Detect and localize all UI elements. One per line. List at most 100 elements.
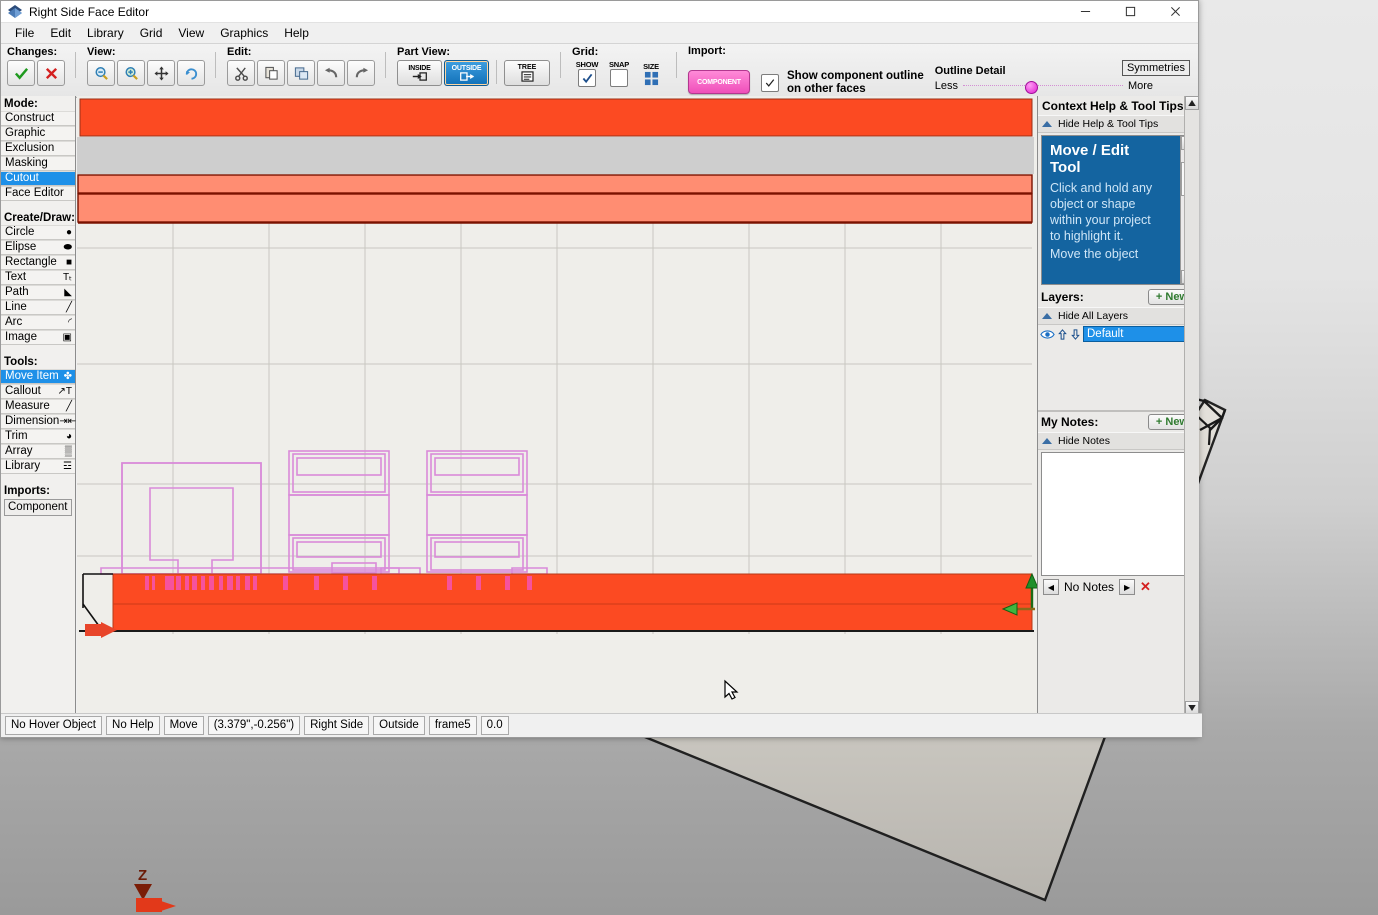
eye-icon[interactable] xyxy=(1040,329,1055,340)
top-orange-bar xyxy=(79,98,1033,137)
dimension-icon: ⇥⇤ xyxy=(59,415,77,427)
draw-item-rectangle[interactable]: Rectangle ■ xyxy=(1,255,75,270)
zoom-in-icon[interactable] xyxy=(117,60,145,86)
tool-item-move-item[interactable]: Move Item ✤ xyxy=(1,369,75,384)
menu-grid[interactable]: Grid xyxy=(132,24,171,42)
notes-delete-icon[interactable]: ✕ xyxy=(1140,579,1151,595)
tool-item-dimension[interactable]: Dimension ⇥⇤ xyxy=(1,414,77,429)
tool-label-callout: Callout xyxy=(5,385,41,397)
hide-notes-label: Hide Notes xyxy=(1058,435,1110,447)
grid-snap-checkbox[interactable] xyxy=(610,69,628,87)
zoom-out-icon[interactable] xyxy=(87,60,115,86)
partview-tree-button[interactable]: TREE xyxy=(504,60,550,86)
tool-label-array: Array xyxy=(5,445,33,457)
mode-item-graphic[interactable]: Graphic xyxy=(1,126,75,141)
maximize-button[interactable] xyxy=(1108,1,1153,22)
move-layer-up-icon[interactable] xyxy=(1057,328,1068,340)
slider-knob[interactable] xyxy=(1024,81,1038,94)
mode-item-cutout[interactable]: Cutout xyxy=(1,171,75,186)
show-outline-text: Show component outline on other faces xyxy=(787,70,924,96)
view-label: View: xyxy=(87,46,116,58)
hide-help-toggle[interactable]: Hide Help & Tool Tips xyxy=(1038,115,1199,133)
notes-title: My Notes: xyxy=(1041,415,1099,429)
changes-label: Changes: xyxy=(7,46,58,58)
draw-item-image[interactable]: Image ▣ xyxy=(1,330,75,345)
draw-item-elipse[interactable]: Elipse ⬬ xyxy=(1,240,75,255)
toolbar-group-changes: Changes: xyxy=(1,44,70,97)
slider-track[interactable] xyxy=(962,81,1123,94)
draw-item-line[interactable]: Line ╱ xyxy=(1,300,75,315)
menu-file[interactable]: File xyxy=(7,24,42,42)
hide-notes-toggle[interactable]: Hide Notes xyxy=(1038,432,1199,450)
panel-scroll-up-icon[interactable] xyxy=(1185,96,1199,110)
mode-label-exclusion: Exclusion xyxy=(5,142,55,154)
symmetries-button[interactable]: Symmetries xyxy=(1121,60,1190,76)
grid-size-icon[interactable] xyxy=(644,71,659,86)
draw-item-circle[interactable]: Circle ● xyxy=(1,225,75,240)
menu-view[interactable]: View xyxy=(170,24,212,42)
layer-row-default[interactable]: Default xyxy=(1038,325,1199,343)
redo-icon[interactable] xyxy=(347,60,375,86)
scissors-icon[interactable] xyxy=(227,60,255,86)
notes-collapse-triangle-icon xyxy=(1042,438,1052,444)
refresh-icon[interactable] xyxy=(177,60,205,86)
imports-section-title: Imports: xyxy=(4,485,50,497)
tools-section-title: Tools: xyxy=(4,356,38,368)
canvas-gap-band xyxy=(77,137,1034,174)
notes-next-button[interactable]: ▶ xyxy=(1119,579,1136,595)
right-panel-scrollbar[interactable] xyxy=(1184,96,1199,715)
tree-list-icon xyxy=(520,71,534,82)
collapse-triangle-icon xyxy=(1042,121,1052,127)
application-window: Right Side Face Editor File Edit Library… xyxy=(0,0,1202,738)
reject-changes-button[interactable] xyxy=(37,60,65,86)
inside-label: INSIDE xyxy=(408,65,431,72)
menu-library[interactable]: Library xyxy=(79,24,132,42)
show-outline-checkbox[interactable] xyxy=(761,73,779,92)
menu-help[interactable]: Help xyxy=(276,24,317,42)
tool-item-callout[interactable]: Callout ↗T xyxy=(1,384,75,399)
menu-edit[interactable]: Edit xyxy=(42,24,79,42)
menu-graphics[interactable]: Graphics xyxy=(212,24,276,42)
help-heading: Move / Edit Tool xyxy=(1050,142,1130,176)
drawing-canvas[interactable] xyxy=(77,96,1038,715)
minimize-button[interactable] xyxy=(1063,1,1108,22)
mode-item-construct[interactable]: Construct xyxy=(1,111,75,126)
circle-icon: ● xyxy=(65,226,72,238)
window-titlebar[interactable]: Right Side Face Editor xyxy=(1,1,1198,23)
paste-icon[interactable] xyxy=(287,60,315,86)
draw-item-text[interactable]: Text Tₜ xyxy=(1,270,75,285)
tool-item-array[interactable]: Array ▒ xyxy=(1,444,75,459)
partview-outside-button[interactable]: OUTSIDE xyxy=(444,60,489,86)
draw-item-arc[interactable]: Arc ◜ xyxy=(1,315,75,330)
move-layer-down-icon[interactable] xyxy=(1070,328,1081,340)
tool-item-measure[interactable]: Measure ╱ xyxy=(1,399,75,414)
notes-textarea[interactable] xyxy=(1041,452,1196,576)
imports-item-component[interactable]: Component xyxy=(4,499,72,516)
close-button[interactable] xyxy=(1153,1,1198,22)
outline-detail-slider[interactable]: Less More xyxy=(935,80,1153,94)
mode-item-exclusion[interactable]: Exclusion xyxy=(1,141,75,156)
draw-item-path[interactable]: Path ◣ xyxy=(1,285,75,300)
status-hover-object: No Hover Object xyxy=(5,716,103,735)
mode-item-masking[interactable]: Masking xyxy=(1,156,75,171)
status-value: 0.0 xyxy=(480,716,509,735)
import-component-button[interactable]: COMPONENT xyxy=(688,70,750,94)
tool-item-library[interactable]: Library ☲ xyxy=(1,459,75,474)
tool-item-trim[interactable]: Trim ◕ xyxy=(1,429,75,444)
layer-name-default[interactable]: Default xyxy=(1083,326,1197,342)
canvas-svg[interactable] xyxy=(77,96,1037,715)
status-side: Outside xyxy=(373,716,425,735)
partview-inside-button[interactable]: INSIDE xyxy=(397,60,442,86)
hide-all-layers-toggle[interactable]: Hide All Layers xyxy=(1038,307,1199,325)
inside-arrow-icon xyxy=(412,72,427,81)
mode-item-face-editor[interactable]: Face Editor xyxy=(1,186,75,201)
outside-label: OUTSIDE xyxy=(451,65,482,72)
notes-prev-button[interactable]: ◀ xyxy=(1043,579,1059,595)
pan-icon[interactable] xyxy=(147,60,175,86)
tool-label-dimension: Dimension xyxy=(5,415,60,427)
accept-changes-button[interactable] xyxy=(7,60,35,86)
grid-show-checkbox[interactable] xyxy=(578,69,596,87)
show-outline-line2: on other faces xyxy=(787,82,866,95)
copy-icon[interactable] xyxy=(257,60,285,86)
undo-icon[interactable] xyxy=(317,60,345,86)
